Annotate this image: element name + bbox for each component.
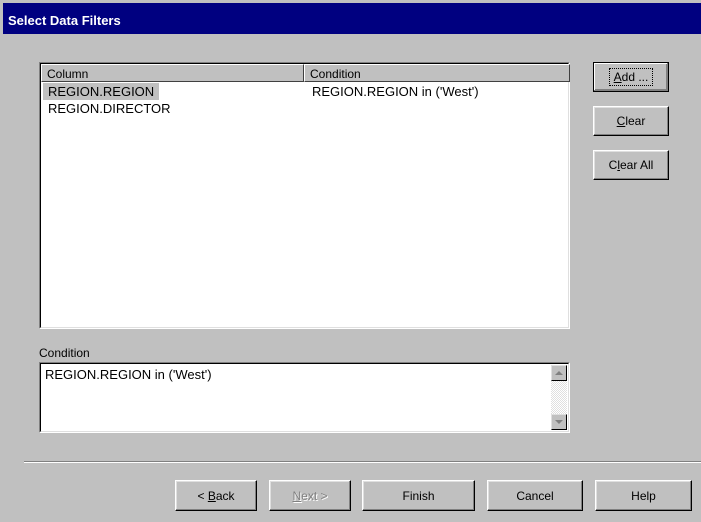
clear-all-button-label: Clear All [608,158,654,172]
arrow-up-icon [555,370,563,375]
row-condition-cell [307,100,317,102]
scroll-down-button[interactable] [551,414,567,430]
back-button[interactable]: < Back [175,480,257,511]
scroll-track[interactable] [551,381,567,414]
next-button-label: Next > [292,488,328,503]
condition-text: REGION.REGION in ('West') [45,367,212,382]
clear-button-label: Clear [616,114,646,128]
clear-all-button[interactable]: Clear All [593,150,669,180]
filters-list[interactable]: Column Condition REGION.REGION REGION.RE… [39,62,570,329]
list-item[interactable]: REGION.DIRECTOR [41,100,568,117]
next-button[interactable]: Next > [269,480,351,511]
condition-scrollbar[interactable] [551,365,567,430]
title-bar: Select Data Filters [3,3,701,34]
arrow-down-icon [555,419,563,424]
finish-button[interactable]: Finish [362,480,475,511]
row-column-cell: REGION.REGION [43,83,160,100]
help-button[interactable]: Help [595,480,692,511]
row-condition-cell: REGION.REGION in ('West') [312,84,479,99]
row-column-cell: REGION.DIRECTOR [48,101,171,116]
add-button[interactable]: Add ... [593,62,669,92]
condition-header[interactable]: Condition [304,64,570,82]
clear-button[interactable]: Clear [593,106,669,136]
column-header[interactable]: Column [41,64,304,82]
separator [24,461,701,463]
cancel-button[interactable]: Cancel [487,480,583,511]
condition-label: Condition [39,346,90,360]
condition-textbox[interactable]: REGION.REGION in ('West') [39,362,570,433]
window-title: Select Data Filters [8,13,121,28]
add-button-label: Add ... [608,68,654,86]
scroll-up-button[interactable] [551,365,567,381]
back-button-label: < Back [197,488,235,503]
list-item[interactable]: REGION.REGION REGION.REGION in ('West') [41,83,568,100]
